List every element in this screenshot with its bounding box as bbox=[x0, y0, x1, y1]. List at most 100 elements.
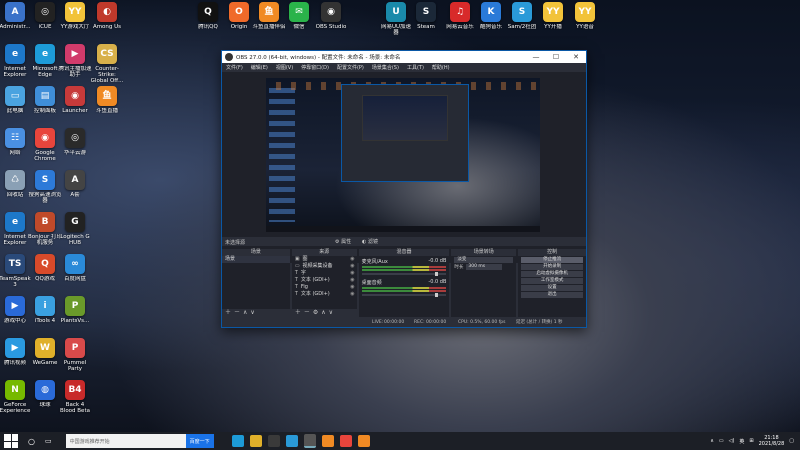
app-taskbar-icon[interactable] bbox=[285, 435, 298, 447]
desktop-icon[interactable]: S Sam/2社团 bbox=[505, 2, 539, 30]
desktop-icon[interactable]: YY YY语音 bbox=[568, 2, 602, 30]
desktop-icon[interactable]: ◎ 华平云游 bbox=[58, 128, 92, 156]
settings-button[interactable]: 设置 bbox=[521, 285, 583, 291]
visibility-icon[interactable]: ◉ bbox=[350, 277, 354, 284]
desktop-icon[interactable]: S Steam bbox=[409, 2, 443, 30]
desktop-icon[interactable]: ✉ 微信 bbox=[282, 2, 316, 30]
virtual-camera-button[interactable]: 启动虚拟摄像机 bbox=[521, 271, 583, 277]
obs-window[interactable]: OBS 27.0.0 (64-bit, windows) - 配置文件: 未命名… bbox=[221, 50, 587, 328]
desktop-icon[interactable]: G Logitech G HUB bbox=[58, 212, 92, 246]
volume-slider[interactable] bbox=[361, 272, 447, 276]
desktop-icon[interactable]: e Microsoft Edge bbox=[28, 44, 62, 78]
menu-edit[interactable]: 编辑(E) bbox=[251, 64, 268, 71]
desktop-icon[interactable]: YY YY开播 bbox=[536, 2, 570, 30]
task-view-icon[interactable]: ▭ bbox=[45, 437, 52, 445]
search-icon[interactable]: ○ bbox=[28, 437, 35, 446]
desktop-icon[interactable]: B4 Back 4 Blood Beta bbox=[58, 380, 92, 414]
sources-footer[interactable]: ＋－⚙∧∨ bbox=[291, 309, 357, 317]
menu-tools[interactable]: 工具(T) bbox=[407, 64, 424, 71]
desktop-icon[interactable]: O Origin bbox=[222, 2, 256, 30]
desktop-icon[interactable]: Q QQ游戏 bbox=[28, 254, 62, 282]
app-icon: 鱼 bbox=[259, 2, 279, 22]
transition-select[interactable]: 淡变 bbox=[454, 257, 514, 263]
studio-mode-button[interactable]: 工作室模式 bbox=[521, 278, 583, 284]
desktop-icon[interactable]: S 搜狗高速浏览器 bbox=[28, 170, 62, 204]
desktop-icon[interactable]: CS Counter-Strike: Global Off... bbox=[90, 44, 124, 84]
desktop-icon[interactable]: YY YY游戏大厅 bbox=[58, 2, 92, 30]
search-input[interactable]: 中国游戏推荐开始 bbox=[65, 434, 186, 448]
desktop-icon[interactable]: U 网易UU加速器 bbox=[379, 2, 413, 36]
menu-help[interactable]: 帮助(H) bbox=[432, 64, 450, 71]
properties-button[interactable]: ⚙ 属性 bbox=[335, 238, 351, 245]
clock[interactable]: 21:18 2021/8/28 bbox=[759, 435, 785, 447]
desktop-icon[interactable]: ♫ 网易云音乐 bbox=[443, 2, 477, 30]
stop-streaming-button[interactable]: 停止推流 bbox=[521, 257, 583, 263]
douyu-taskbar-icon[interactable] bbox=[321, 435, 334, 447]
notification-icon[interactable]: ▢ bbox=[789, 438, 794, 444]
exit-button[interactable]: 退出 bbox=[521, 292, 583, 298]
volume-slider[interactable] bbox=[361, 293, 447, 297]
source-item[interactable]: T 文本 (GDI+) ◉ bbox=[292, 277, 357, 284]
duration-input[interactable]: 300 ms bbox=[466, 264, 503, 270]
menu-file[interactable]: 文件(F) bbox=[226, 64, 243, 71]
filters-button[interactable]: ◐ 滤镜 bbox=[362, 238, 378, 245]
desktop-icon[interactable]: ◐ Among Us bbox=[90, 2, 124, 30]
desktop-icon[interactable]: 鱼斗鱼直播 bbox=[90, 86, 124, 114]
store-taskbar-icon[interactable] bbox=[267, 435, 280, 447]
obs-taskbar-icon[interactable] bbox=[303, 434, 316, 448]
desktop-icon[interactable]: W WeGame bbox=[28, 338, 62, 366]
start-recording-button[interactable]: 开始录制 bbox=[521, 264, 583, 270]
desktop-icon[interactable]: A A套 bbox=[58, 170, 92, 198]
menu-view[interactable]: 视图(V) bbox=[276, 64, 293, 71]
minimize-button[interactable]: — bbox=[526, 51, 546, 63]
volume-icon[interactable]: ◁) bbox=[729, 438, 735, 444]
source-item[interactable]: ▣ 图 ◉ bbox=[292, 256, 357, 263]
source-item[interactable]: T 字 ◉ bbox=[292, 270, 357, 277]
visibility-icon[interactable]: ◉ bbox=[350, 270, 354, 277]
desktop-icon[interactable]: K 酷狗音乐 bbox=[474, 2, 508, 30]
close-button[interactable]: ✕ bbox=[566, 51, 586, 63]
scenes-footer[interactable]: ＋－∧∨ bbox=[222, 309, 290, 317]
desktop-icon[interactable]: ◍ 球球 bbox=[28, 380, 62, 408]
desktop-icon[interactable]: ◎ iCUE bbox=[28, 2, 62, 30]
edge-taskbar-icon[interactable] bbox=[231, 435, 244, 447]
start-button[interactable] bbox=[4, 434, 18, 448]
desktop-icon[interactable]: ◉ Launcher bbox=[58, 86, 92, 114]
source-item[interactable]: T 文本 (GDI+) ◉ bbox=[292, 291, 357, 298]
source-item[interactable]: T Fig ◉ bbox=[292, 284, 357, 291]
controls-dock: 控制 停止推流 开始录制 启动虚拟摄像机 工作室模式 设置 退出 bbox=[518, 249, 586, 317]
scene-item[interactable]: 场景 bbox=[222, 256, 290, 263]
douyu2-taskbar-icon[interactable] bbox=[357, 435, 370, 447]
preview-canvas[interactable] bbox=[266, 78, 540, 232]
desktop-icon[interactable]: ▤ 控制面板 bbox=[28, 86, 62, 114]
visibility-icon[interactable]: ◉ bbox=[350, 263, 354, 270]
tray-up-icon[interactable]: ∧ bbox=[710, 438, 714, 444]
audio-meter bbox=[361, 269, 447, 271]
visibility-icon[interactable]: ◉ bbox=[350, 256, 354, 263]
desktop-icon[interactable]: B Bonjour 打印机服务 bbox=[28, 212, 62, 246]
desktop-icon[interactable]: ▶ 腾讯主播加速助手 bbox=[58, 44, 92, 78]
obs-titlebar[interactable]: OBS 27.0.0 (64-bit, windows) - 配置文件: 未命名… bbox=[222, 51, 586, 63]
desktop-icon[interactable]: ◉ Google Chrome bbox=[28, 128, 62, 162]
network-icon[interactable]: ▭ bbox=[719, 438, 724, 444]
language-indicator[interactable]: 英 bbox=[739, 438, 744, 445]
menu-scene-collection[interactable]: 场景集合(S) bbox=[372, 64, 399, 71]
visibility-icon[interactable]: ◉ bbox=[350, 284, 354, 291]
desktop-icon[interactable]: 鱼斗鱼直播伴侣 bbox=[252, 2, 286, 30]
explorer-taskbar-icon[interactable] bbox=[249, 435, 262, 447]
maximize-button[interactable]: ☐ bbox=[546, 51, 566, 63]
desktop-icon[interactable]: P Pummel Party bbox=[58, 338, 92, 372]
visibility-icon[interactable]: ◉ bbox=[350, 291, 354, 298]
desktop-icon[interactable]: ◉ OBS Studio bbox=[314, 2, 348, 30]
desktop-icon[interactable]: ∞ 百度网盘 bbox=[58, 254, 92, 282]
app-icon: S bbox=[35, 170, 55, 190]
desktop-icon[interactable]: Q 腾讯QQ bbox=[191, 2, 225, 30]
menu-docks[interactable]: 停靠窗口(D) bbox=[301, 64, 329, 71]
chrome-taskbar-icon[interactable] bbox=[339, 435, 352, 447]
ime-icon[interactable]: ⊞ bbox=[749, 438, 753, 444]
desktop-icon[interactable]: i iTools 4 bbox=[28, 296, 62, 324]
desktop-icon[interactable]: P PlantsVs... bbox=[58, 296, 92, 324]
search-button[interactable]: 百度一下 bbox=[185, 434, 214, 448]
menu-profile[interactable]: 配置文件(P) bbox=[337, 64, 364, 71]
source-item[interactable]: ▭ 视频采集设备 ◉ bbox=[292, 263, 357, 270]
